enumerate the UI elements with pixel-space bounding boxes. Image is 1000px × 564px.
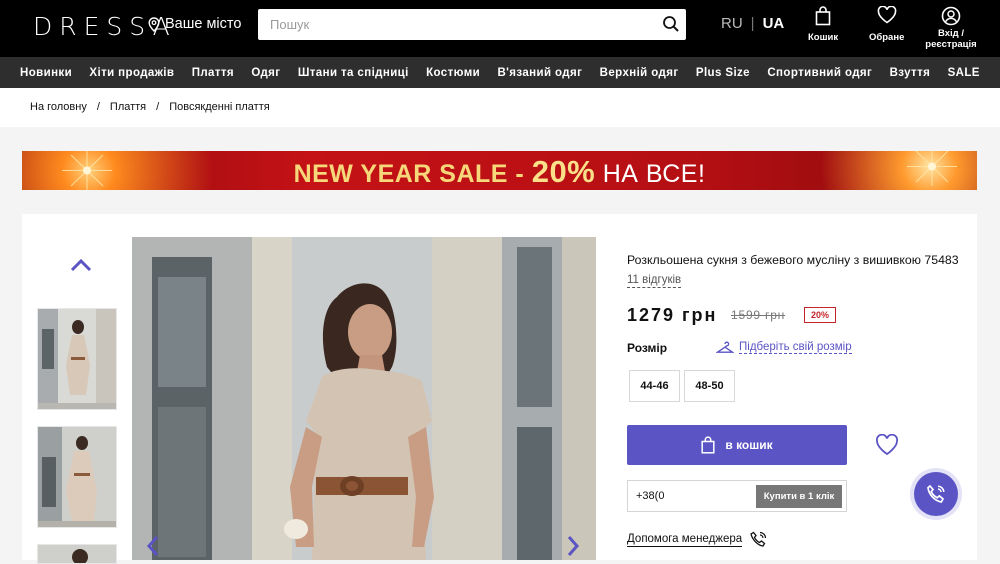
language-switcher: RU | UA [721, 15, 784, 32]
nav-item-sportswear[interactable]: Спортивний одяг [767, 67, 872, 79]
shopping-bag-icon [701, 436, 715, 454]
nav-item-sale[interactable]: SALE [948, 67, 980, 79]
header: DRESSA Ваше місто RU | UA Кошик Обране [0, 0, 1000, 57]
search-icon[interactable] [662, 15, 680, 33]
size-guide-label: Підберіть свій розмір [739, 340, 852, 354]
heart-icon [877, 6, 897, 24]
promo-banner[interactable]: NEW YEAR SALE - 20% НА ВСЕ! [22, 151, 977, 190]
size-guide-link[interactable]: Підберіть свій розмір [716, 340, 852, 354]
manager-help-label: Допомога менеджера [627, 532, 743, 547]
callback-button-inner [914, 472, 958, 516]
banner-text-tail: НА ВСЕ! [602, 160, 706, 188]
search-input[interactable] [258, 9, 638, 40]
user-circle-icon [941, 6, 961, 26]
nav-item-clothes[interactable]: Одяг [251, 67, 280, 79]
product-thumbnail[interactable] [37, 426, 117, 528]
old-price: 1599 грн [731, 308, 786, 322]
discount-badge: 20% [804, 307, 836, 323]
breadcrumb-separator: / [96, 101, 100, 113]
nav-item-new[interactable]: Новинки [20, 67, 72, 79]
reviews-link[interactable]: 11 відгуків [627, 274, 682, 288]
location-pin-icon [148, 16, 160, 32]
manager-help-link[interactable]: Допомога менеджера [627, 531, 767, 548]
breadcrumb-current: Повсякденні плаття [169, 101, 270, 113]
lang-separator: | [750, 15, 755, 32]
add-to-cart-label: в кошик [725, 438, 773, 452]
current-price: 1279 грн [627, 305, 718, 325]
phone-icon [927, 484, 945, 503]
nav-item-dresses[interactable]: Плаття [192, 67, 234, 79]
login-label-line1: Вхід / [938, 28, 964, 39]
product-title: Розкльошена сукня з бежевого мусліну з в… [627, 253, 959, 267]
lang-ua[interactable]: UA [763, 15, 785, 32]
hanger-icon [716, 341, 734, 353]
one-click-form: +38(0 Купити в 1 клік [627, 480, 847, 512]
size-option-48-50[interactable]: 48-50 [684, 370, 735, 402]
breadcrumb: На головну / Плаття / Повсякденні плаття [0, 88, 1000, 127]
nav-item-plus-size[interactable]: Plus Size [696, 67, 750, 79]
product-thumbnail[interactable] [37, 308, 117, 410]
product-thumbnail[interactable] [37, 544, 117, 564]
lang-ru[interactable]: RU [721, 15, 743, 32]
banner-text: NEW YEAR SALE - 20% НА ВСЕ! [22, 154, 977, 190]
breadcrumb-dresses[interactable]: Плаття [110, 101, 146, 113]
breadcrumb-home[interactable]: На головну [30, 101, 87, 113]
city-selector[interactable]: Ваше місто [148, 16, 241, 32]
size-label: Розмір [627, 341, 668, 355]
thumbnail-image [38, 545, 116, 563]
banner-text-percent: 20% [531, 154, 596, 189]
category-nav: Новинки Хіти продажів Плаття Одяг Штани … [0, 57, 1000, 88]
favorites-label: Обране [869, 32, 905, 43]
add-to-cart-button[interactable]: в кошик [627, 425, 847, 465]
cart-label: Кошик [808, 32, 839, 43]
city-label: Ваше місто [165, 16, 242, 32]
chevron-up-icon[interactable] [70, 258, 92, 272]
banner-text-main: NEW YEAR SALE - [293, 160, 525, 188]
product-photo [132, 237, 596, 560]
chevron-left-icon[interactable] [146, 535, 160, 557]
nav-item-pants-skirts[interactable]: Штани та спідниці [298, 67, 409, 79]
nav-item-shoes[interactable]: Взуття [890, 67, 931, 79]
nav-item-suits[interactable]: Костюми [426, 67, 480, 79]
search-box [258, 9, 686, 40]
buy-one-click-button[interactable]: Купити в 1 клік [756, 485, 842, 508]
nav-item-knitwear[interactable]: В'язаний одяг [497, 67, 582, 79]
thumbnail-image [38, 427, 116, 527]
login-button[interactable]: Вхід / реєстрація [922, 6, 980, 50]
add-to-favorites-heart-icon[interactable] [875, 434, 899, 456]
size-option-44-46[interactable]: 44-46 [629, 370, 680, 402]
nav-item-bestsellers[interactable]: Хіти продажів [89, 67, 174, 79]
chevron-right-icon[interactable] [566, 535, 580, 557]
cart-button[interactable]: Кошик [808, 6, 838, 43]
shopping-bag-icon [815, 6, 831, 26]
callback-button[interactable] [910, 468, 962, 520]
phone-icon [750, 531, 767, 547]
product-main-image[interactable] [132, 237, 596, 560]
breadcrumb-separator: / [156, 101, 160, 113]
favorites-button[interactable]: Обране [869, 6, 904, 43]
phone-input[interactable]: +38(0 [636, 490, 664, 502]
thumbnail-image [38, 309, 116, 409]
login-label-line2: реєстрація [925, 39, 977, 50]
nav-item-outerwear[interactable]: Верхній одяг [600, 67, 679, 79]
